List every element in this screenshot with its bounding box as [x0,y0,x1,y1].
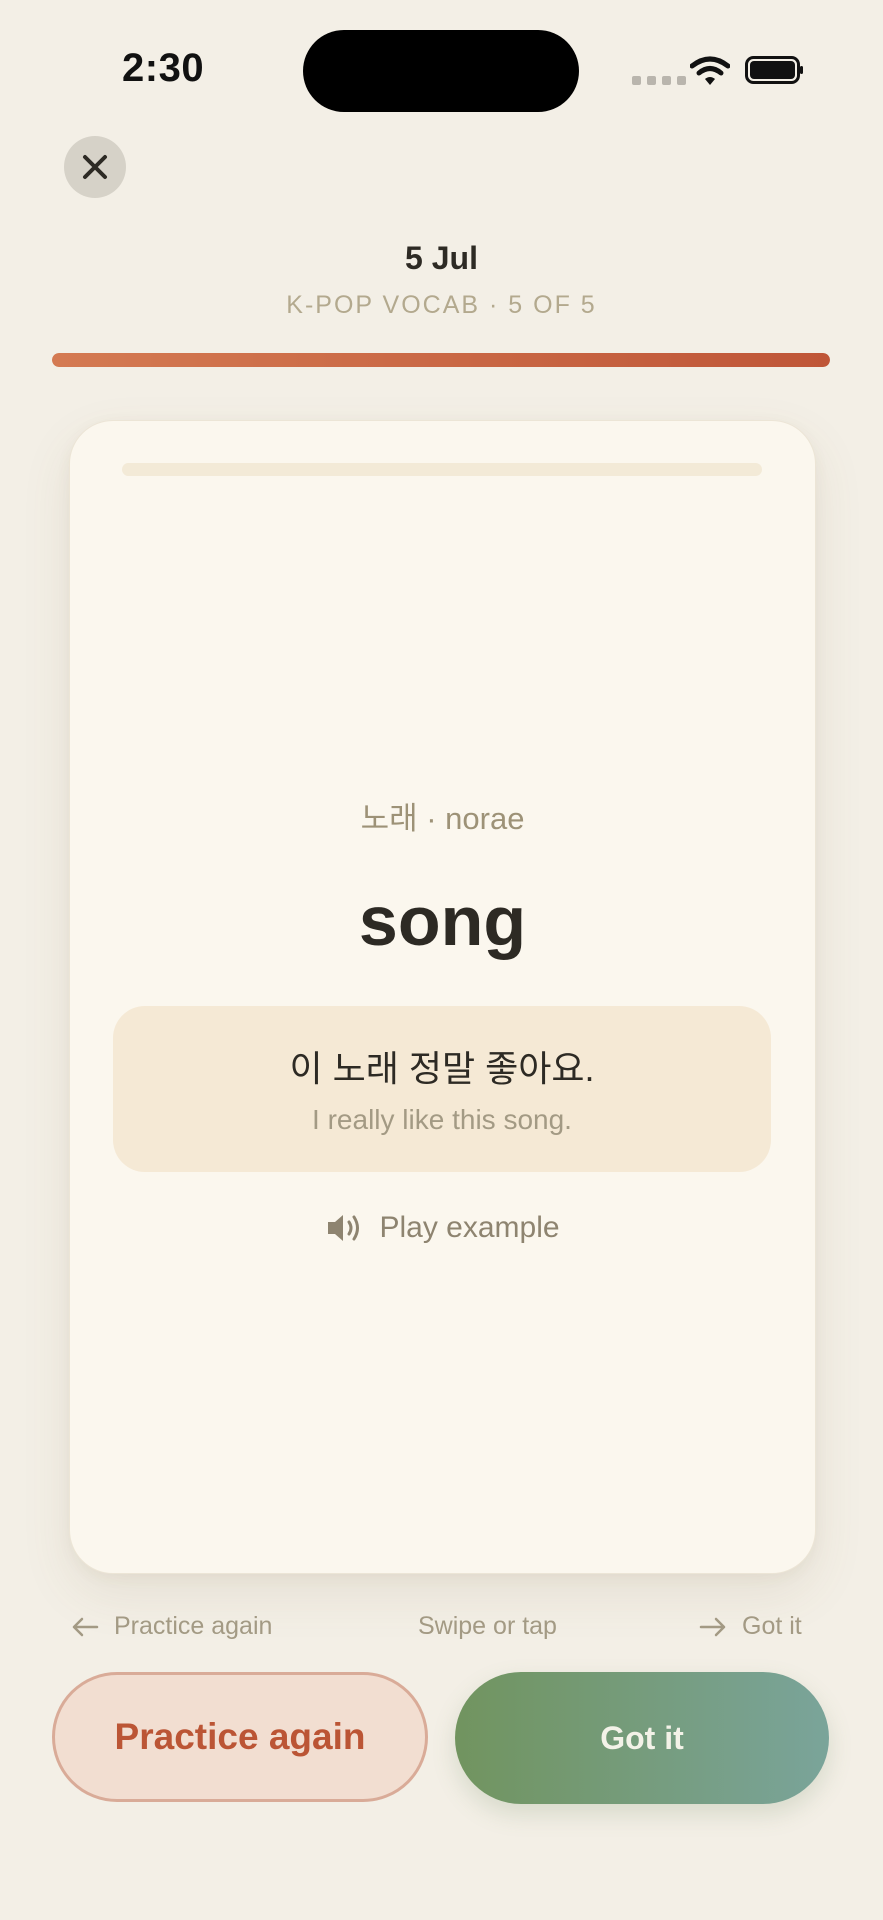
example-sentence-box: 이 노래 정말 좋아요. I really like this song. [113,1006,771,1172]
hint-right-label: Got it [742,1612,802,1640]
hint-swipe-or-tap: Swipe or tap [418,1612,557,1641]
card-romanization: 노래 · norae [360,801,525,836]
card-top-bar [122,463,762,476]
practice-again-button[interactable]: Practice again [52,1672,428,1802]
example-english: I really like this song. [312,1104,572,1135]
progress-bar [52,353,830,367]
battery-icon [745,56,803,84]
signal-icon [632,76,686,85]
hint-got-it: Got it [698,1612,802,1641]
dynamic-island [303,30,579,112]
status-time: 2:30 [122,46,205,90]
flashcard[interactable]: 노래 · norae song 이 노래 정말 좋아요. I really li… [69,420,816,1574]
hint-left-label: Practice again [114,1612,273,1640]
hint-center-label: Swipe or tap [418,1612,557,1640]
card-word: song [358,882,527,960]
example-korean: 이 노래 정말 좋아요. [289,1048,595,1089]
speaker-icon [328,1215,360,1241]
arrow-left-icon [72,1617,99,1636]
play-example-label: Play example [379,1211,560,1244]
close-button[interactable] [64,136,126,198]
session-subtitle: K-POP VOCAB · 5 OF 5 [286,291,597,319]
arrow-right-icon [699,1617,726,1636]
hint-practice-again: Practice again [70,1612,272,1641]
got-it-button[interactable]: Got it [455,1672,829,1804]
play-example-button[interactable]: Play example [70,1211,815,1245]
progress-fill [52,353,830,367]
wifi-icon [690,56,730,85]
session-date: 5 Jul [405,240,478,276]
close-icon [83,155,107,179]
